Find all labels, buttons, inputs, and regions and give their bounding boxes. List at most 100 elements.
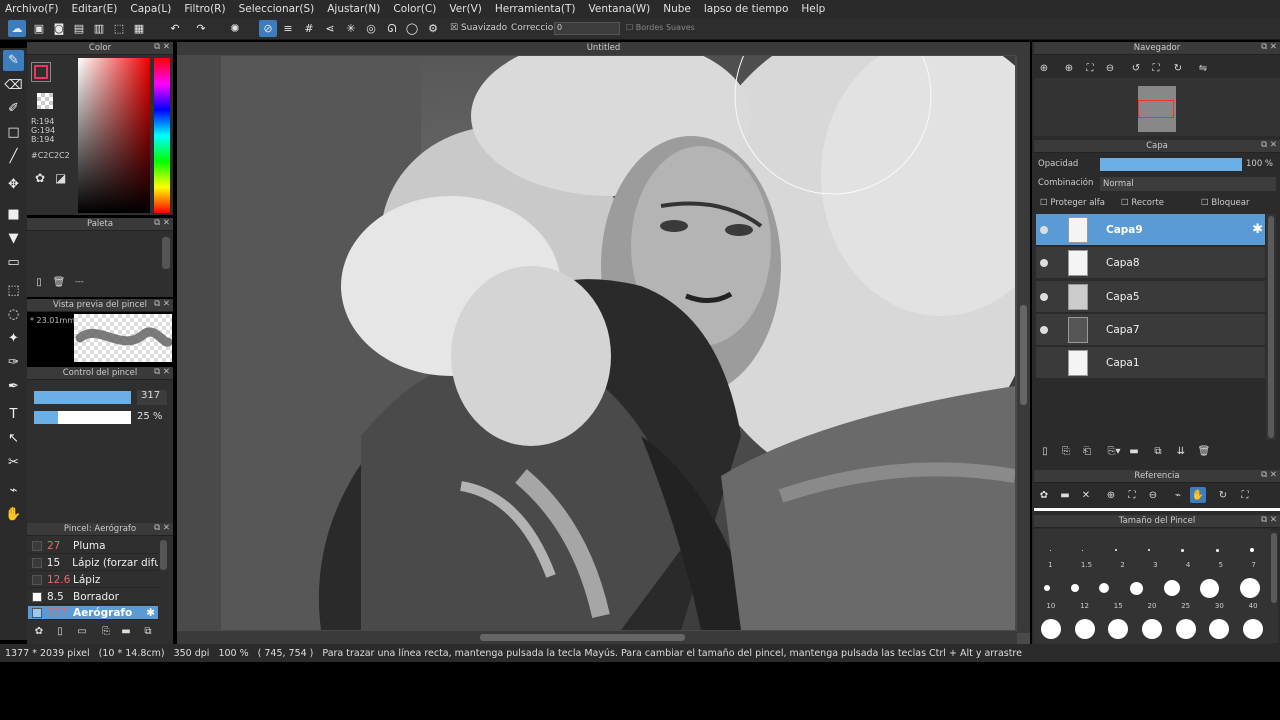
snap-off-icon[interactable]: ⊘	[259, 20, 277, 37]
snap-grid-icon[interactable]: #	[300, 20, 318, 37]
menu-ventana[interactable]: Ventana(W)	[589, 3, 651, 15]
size-dot[interactable]	[1250, 548, 1255, 552]
reference-fullscreen-icon[interactable]: ⛶	[1237, 487, 1253, 503]
size-dot[interactable]	[1108, 619, 1129, 639]
hand-tool-icon[interactable]: ✋	[3, 504, 24, 525]
size-dot[interactable]	[1141, 619, 1162, 639]
window-icon[interactable]: ▤	[70, 20, 88, 37]
rectangle-tool-icon[interactable]: □	[3, 122, 24, 143]
brush-copy-icon[interactable]: ⧉	[140, 623, 156, 639]
reference-hand-icon[interactable]: ✋	[1190, 487, 1206, 503]
visibility-icon[interactable]	[1040, 325, 1048, 334]
new-layer-icon[interactable]: ▯	[1037, 443, 1053, 459]
size-dot[interactable]	[1129, 581, 1143, 595]
correccion-select[interactable]: 0	[554, 22, 620, 35]
grid-icon[interactable]: ▦	[130, 20, 148, 37]
navigator-controls-icon[interactable]: ⧉ ✕	[1261, 42, 1277, 52]
reference-zoom-in-icon[interactable]: ⊕	[1103, 487, 1119, 503]
import-layer-icon[interactable]: ⎗	[1079, 443, 1095, 459]
brush-folder-icon[interactable]: ▬	[118, 623, 134, 639]
reference-eyedropper-icon[interactable]: ⌁	[1170, 487, 1186, 503]
size-dot[interactable]	[1147, 549, 1150, 551]
brush-size-scrollbar[interactable]	[1270, 531, 1278, 643]
size-dot[interactable]	[1044, 585, 1051, 591]
color-picker-icon[interactable]: ◪	[55, 171, 66, 185]
reference-zoom-out-icon[interactable]: ⊖	[1145, 487, 1161, 503]
bordes-checkbox[interactable]: ☐ Bordes Suaves	[626, 23, 695, 32]
flip-icon[interactable]: ⇋	[1195, 60, 1211, 76]
gradient-tool-icon[interactable]: ▭	[3, 252, 24, 273]
brush-control-controls-icon[interactable]: ⧉ ✕	[154, 367, 170, 377]
duplicate-layer-icon[interactable]: ⧉	[1150, 443, 1166, 459]
brush-item-borrador[interactable]: 8.5 Borrador	[28, 589, 158, 605]
snap-circle-icon[interactable]: ◎	[362, 20, 380, 37]
new-layer-alt-icon[interactable]: ⎘	[1058, 443, 1074, 459]
size-dot[interactable]	[1049, 549, 1051, 551]
brush-size-slider[interactable]	[34, 391, 131, 404]
layer-item[interactable]: Capa8	[1036, 247, 1265, 279]
navigator-viewport[interactable]	[1138, 100, 1174, 118]
text-tool-icon[interactable]: T	[3, 404, 24, 425]
color-wheel-icon[interactable]: ✿	[35, 171, 45, 185]
new-palette-icon[interactable]: ▯	[31, 274, 47, 290]
rotate-left-icon[interactable]: ↺	[1128, 60, 1144, 76]
reference-open-icon[interactable]: ▬	[1057, 487, 1073, 503]
lock-checkbox[interactable]: ☐ Bloquear	[1201, 198, 1249, 208]
brush-preview-controls-icon[interactable]: ⧉ ✕	[154, 299, 170, 309]
settings-icon[interactable]: ⚙	[424, 20, 442, 37]
line-tool-icon[interactable]: ╱	[3, 146, 24, 167]
menu-archivo[interactable]: Archivo(F)	[5, 3, 58, 15]
select-pen-icon[interactable]: ✑	[3, 352, 24, 373]
merge-layer-icon[interactable]: ⇊	[1171, 443, 1191, 459]
lasso-tool-icon[interactable]: ◌	[3, 304, 24, 325]
move-tool-icon[interactable]: ✥	[3, 174, 24, 195]
protect-alpha-checkbox[interactable]: ☐ Proteger alfa	[1040, 198, 1105, 208]
layer-panel-controls-icon[interactable]: ⧉ ✕	[1261, 140, 1277, 150]
blend-mode-select[interactable]: Normal	[1100, 177, 1276, 191]
suavizado-checkbox[interactable]: ☒ Suavizado	[450, 23, 507, 33]
palette-scrollbar[interactable]	[162, 237, 170, 269]
brush-item-pluma[interactable]: 27 Pluma	[28, 538, 158, 554]
brush-list-controls-icon[interactable]: ⧉ ✕	[154, 523, 170, 533]
fit-window-icon[interactable]: ⛶	[1148, 60, 1164, 76]
layer-scroll-thumb[interactable]	[1268, 216, 1274, 438]
horizontal-scroll-thumb[interactable]	[480, 634, 685, 641]
reference-controls-icon[interactable]: ⧉ ✕	[1261, 470, 1277, 480]
brush-item-aerografo[interactable]: 117 Aerógrafo ✱	[28, 606, 158, 620]
eyedropper-icon[interactable]: ⌁	[3, 480, 24, 501]
size-dot[interactable]	[1243, 619, 1264, 639]
brush-size-value[interactable]: 317	[137, 390, 167, 405]
snap-parallel-icon[interactable]: ≡	[279, 20, 297, 37]
bucket-tool-icon[interactable]: ▼	[3, 228, 24, 249]
crop-icon[interactable]: ⬚	[110, 20, 128, 37]
brush-duplicate-icon[interactable]: ▭	[74, 623, 90, 639]
menu-nube[interactable]: Nube	[663, 3, 691, 15]
size-dot[interactable]	[1074, 619, 1095, 639]
layer-item[interactable]: Capa7	[1036, 314, 1265, 346]
size-dot[interactable]	[1215, 548, 1219, 552]
size-dot[interactable]	[1209, 619, 1230, 639]
reference-fit-icon[interactable]: ⛶	[1124, 487, 1140, 503]
menu-help[interactable]: Help	[801, 3, 825, 15]
size-dot[interactable]	[1200, 578, 1220, 598]
sparkle-icon[interactable]: ✺	[226, 20, 244, 37]
navigator-thumbnail[interactable]	[1138, 86, 1176, 132]
select-tool-icon[interactable]: ⬚	[3, 280, 24, 301]
visibility-icon[interactable]	[1040, 359, 1048, 367]
palette-panel-controls-icon[interactable]: ⧉ ✕	[154, 218, 170, 228]
brush-add-icon[interactable]: ✿	[31, 623, 47, 639]
size-dot[interactable]	[1070, 584, 1079, 592]
rotate-right-icon[interactable]: ↻	[1170, 60, 1186, 76]
eraser-tool-icon[interactable]: ⌫	[3, 75, 24, 96]
size-dot[interactable]	[1239, 578, 1260, 598]
brush-opacity-slider[interactable]	[34, 411, 131, 424]
snap-curve-icon[interactable]: ᘏ	[383, 20, 401, 37]
menu-seleccionar[interactable]: Seleccionar(S)	[239, 3, 315, 15]
save-icon[interactable]: ▣	[30, 20, 48, 37]
cloud-icon[interactable]: ☁	[8, 20, 26, 37]
layer-menu-icon[interactable]: ⎘▾	[1103, 443, 1125, 459]
size-dot[interactable]	[1040, 619, 1061, 639]
zoom-in-alt-icon[interactable]: ⊕	[1061, 60, 1077, 76]
menu-color[interactable]: Color(C)	[393, 3, 436, 15]
visibility-icon[interactable]	[1040, 258, 1048, 267]
